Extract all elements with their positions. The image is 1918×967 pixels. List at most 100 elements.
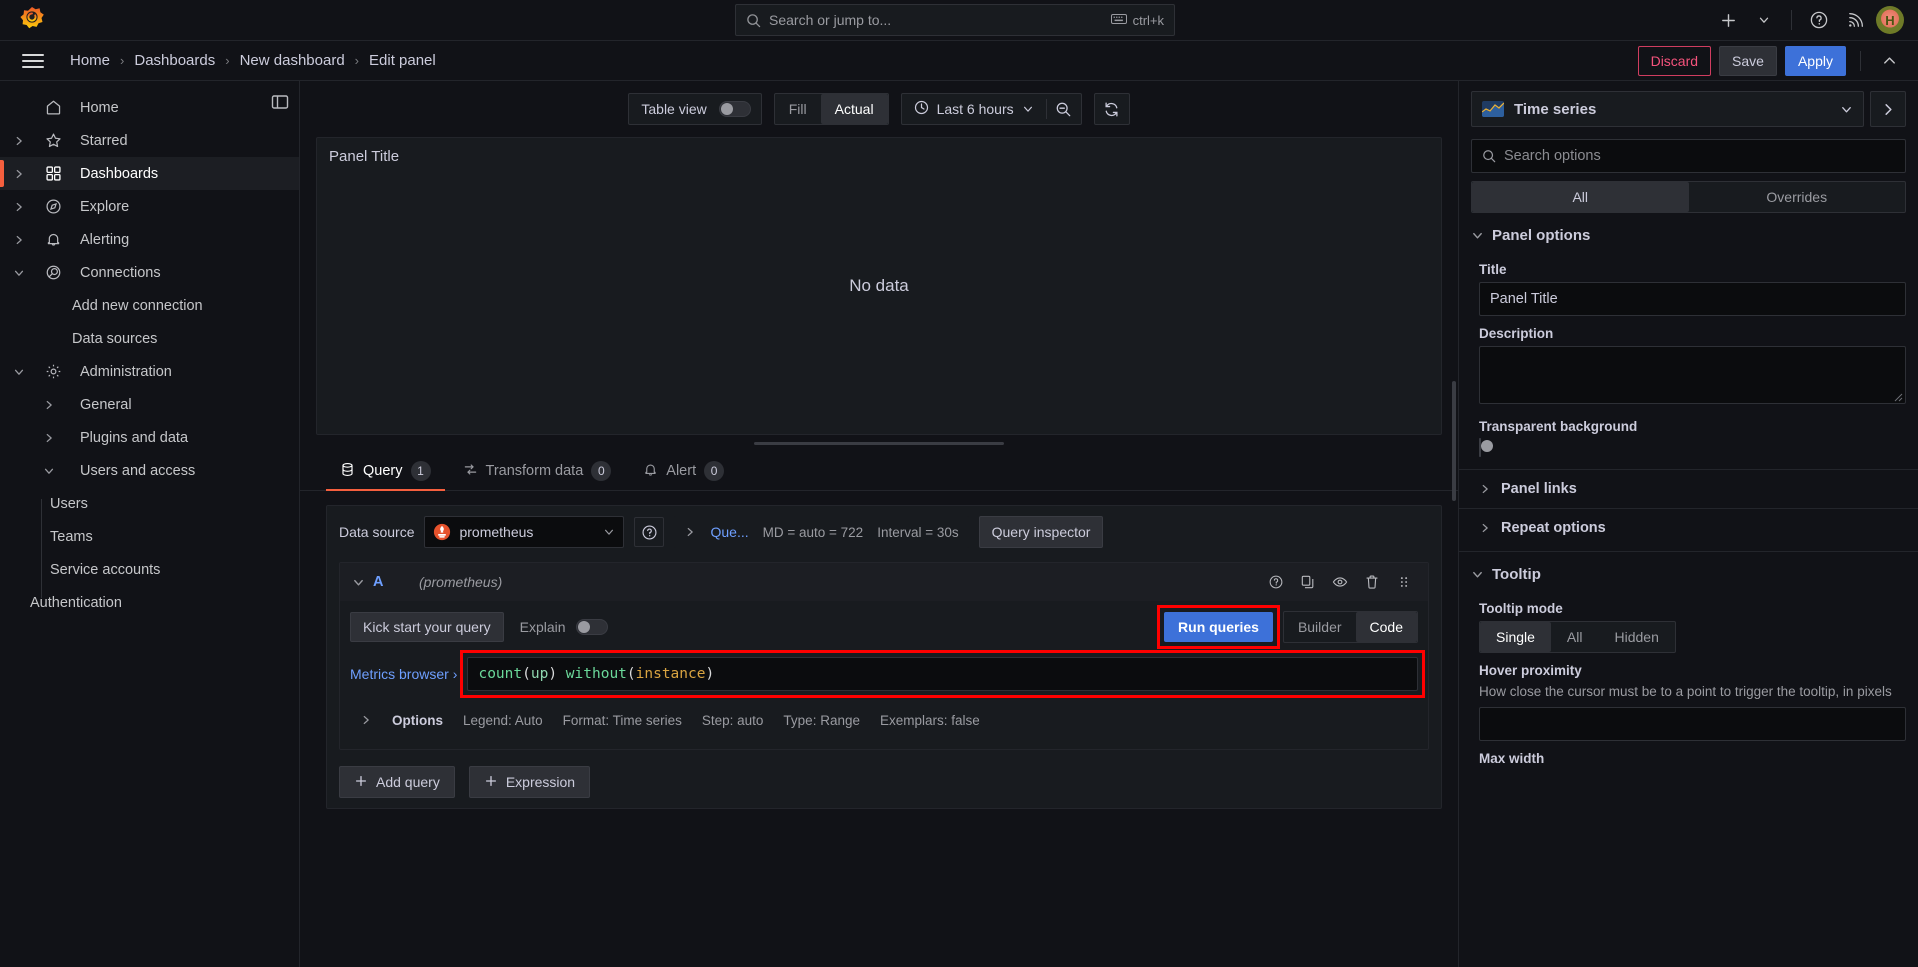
time-range-picker[interactable]: Last 6 hours xyxy=(902,94,1046,124)
chevron-right-icon[interactable] xyxy=(30,399,68,411)
chevron-right-icon[interactable] xyxy=(0,168,38,180)
max-width-label: Max width xyxy=(1479,751,1545,767)
explain-toggle-group[interactable]: Explain xyxy=(520,619,608,635)
grafana-logo-icon[interactable] xyxy=(17,5,47,35)
breadcrumb-item-new-dashboard[interactable]: New dashboard xyxy=(234,50,351,71)
hamburger-menu-icon[interactable] xyxy=(16,48,50,74)
apply-button[interactable]: Apply xyxy=(1784,45,1846,76)
drag-handle-icon[interactable] xyxy=(1390,568,1418,596)
query-inspector-button[interactable]: Query inspector xyxy=(978,516,1104,548)
code-mode-option[interactable]: Code xyxy=(1355,612,1417,642)
actual-option[interactable]: Actual xyxy=(820,94,888,124)
center-scrollbar[interactable] xyxy=(1452,381,1456,501)
chevron-right-icon[interactable] xyxy=(0,234,38,246)
tooltip-mode-hidden[interactable]: Hidden xyxy=(1598,622,1674,652)
chevron-down-icon[interactable] xyxy=(30,465,68,477)
help-circle-icon[interactable] xyxy=(1262,568,1290,596)
panel-options-section-header[interactable]: Panel options xyxy=(1459,213,1918,252)
sidebar-item-dashboards[interactable]: Dashboards xyxy=(0,157,299,190)
query-options-row[interactable]: Options Legend: Auto Format: Time series… xyxy=(350,701,1418,739)
panel-links-section[interactable]: Panel links xyxy=(1459,469,1918,508)
query-ref-id[interactable]: A xyxy=(373,574,419,590)
query-expression-input[interactable]: count(up) without(instance) xyxy=(467,657,1418,691)
tab-transform-data[interactable]: Transform data 0 xyxy=(449,452,626,490)
breadcrumb-item-dashboards[interactable]: Dashboards xyxy=(128,50,221,71)
tab-alert[interactable]: Alert 0 xyxy=(629,452,738,490)
visualization-picker[interactable]: Time series xyxy=(1471,91,1864,127)
data-source-picker[interactable]: prometheus xyxy=(424,516,625,548)
metrics-browser-button[interactable]: Metrics browser › xyxy=(350,657,467,691)
tab-query[interactable]: Query 1 xyxy=(326,452,445,491)
table-view-label: Table view xyxy=(641,101,707,117)
sidebar-item-starred[interactable]: Starred xyxy=(0,124,299,157)
sidebar-item-data-sources[interactable]: Data sources xyxy=(0,322,299,355)
sidebar-item-users[interactable]: Users xyxy=(0,487,299,520)
table-view-toggle[interactable] xyxy=(718,101,751,117)
pane-resize-handle[interactable] xyxy=(300,435,1458,451)
hover-proximity-input[interactable] xyxy=(1479,707,1906,742)
tab-overrides[interactable]: Overrides xyxy=(1689,182,1906,212)
data-source-help-icon[interactable] xyxy=(634,517,665,547)
table-view-toggle-group[interactable]: Table view xyxy=(628,93,762,125)
duplicate-icon[interactable] xyxy=(1294,568,1322,596)
run-queries-button[interactable]: Run queries xyxy=(1164,612,1273,642)
save-button[interactable]: Save xyxy=(1719,45,1777,76)
discard-button[interactable]: Discard xyxy=(1637,45,1712,76)
panel-description-textarea[interactable] xyxy=(1479,346,1906,404)
sidebar-item-home[interactable]: Home xyxy=(0,91,299,124)
collapse-options-pane-button[interactable] xyxy=(1870,91,1906,127)
sidebar-item-administration[interactable]: Administration xyxy=(0,355,299,388)
tab-all[interactable]: All xyxy=(1472,182,1689,212)
breadcrumb-item-home[interactable]: Home xyxy=(64,50,116,71)
fill-option[interactable]: Fill xyxy=(775,94,821,124)
sidebar-item-plugins-and-data[interactable]: Plugins and data xyxy=(0,421,299,454)
sidebar-item-alerting[interactable]: Alerting xyxy=(0,223,299,256)
tooltip-mode-single[interactable]: Single xyxy=(1480,622,1551,652)
add-query-button[interactable]: Add query xyxy=(339,766,455,798)
sidebar-item-explore[interactable]: Explore xyxy=(0,190,299,223)
refresh-control[interactable] xyxy=(1093,93,1130,125)
sidebar-item-general[interactable]: General xyxy=(0,388,299,421)
chevron-down-icon[interactable] xyxy=(1749,5,1779,35)
tooltip-mode-radio-group[interactable]: Single All Hidden xyxy=(1479,621,1676,653)
query-options-summary[interactable]: Que... MD = auto = 722 Interval = 30s xyxy=(674,516,969,548)
avatar[interactable]: H xyxy=(1876,6,1904,34)
chevron-down-icon[interactable] xyxy=(0,366,38,378)
panel-preview[interactable]: Panel Title No data xyxy=(316,137,1442,435)
fill-actual-segment[interactable]: Fill Actual xyxy=(773,93,889,125)
data-source-label: Data source xyxy=(339,524,415,540)
eye-icon[interactable] xyxy=(1326,568,1354,596)
transparent-background-toggle[interactable] xyxy=(1479,438,1493,457)
builder-code-segment[interactable]: Builder Code xyxy=(1282,611,1418,643)
repeat-options-label: Repeat options xyxy=(1501,520,1606,536)
chevron-up-icon[interactable] xyxy=(1875,48,1904,73)
plus-icon[interactable] xyxy=(1713,5,1743,35)
sidebar-item-teams[interactable]: Teams xyxy=(0,520,299,553)
sidebar-item-connections[interactable]: Connections xyxy=(0,256,299,289)
explain-toggle[interactable] xyxy=(575,619,608,635)
add-expression-button[interactable]: Expression xyxy=(468,766,591,798)
chevron-right-icon[interactable] xyxy=(30,432,68,444)
builder-mode-option[interactable]: Builder xyxy=(1284,612,1356,642)
sidebar-item-authentication[interactable]: Authentication xyxy=(0,586,299,619)
refresh-icon[interactable] xyxy=(1095,94,1129,124)
search-options-input[interactable] xyxy=(1504,148,1895,164)
trash-icon[interactable] xyxy=(1358,568,1386,596)
chevron-down-icon[interactable] xyxy=(350,576,373,589)
repeat-options-section[interactable]: Repeat options xyxy=(1459,508,1918,547)
rss-icon[interactable] xyxy=(1840,5,1870,35)
sidebar-item-users-and-access[interactable]: Users and access xyxy=(0,454,299,487)
kick-start-query-button[interactable]: Kick start your query xyxy=(350,612,504,642)
sidebar-item-service-accounts[interactable]: Service accounts xyxy=(0,553,299,586)
chevron-right-icon[interactable] xyxy=(0,135,38,147)
panel-title-input[interactable] xyxy=(1479,282,1906,316)
global-search-bar[interactable]: Search or jump to... ctrl+k xyxy=(735,4,1175,36)
tooltip-mode-all[interactable]: All xyxy=(1551,622,1599,652)
chevron-right-icon[interactable] xyxy=(0,201,38,213)
zoom-out-icon[interactable] xyxy=(1047,94,1081,124)
help-circle-icon[interactable] xyxy=(1804,5,1834,35)
tooltip-section-header[interactable]: Tooltip xyxy=(1459,552,1918,591)
chevron-down-icon[interactable] xyxy=(0,267,38,279)
sidebar-item-add-new-connection[interactable]: Add new connection xyxy=(0,289,299,322)
options-search-box[interactable] xyxy=(1471,139,1906,173)
